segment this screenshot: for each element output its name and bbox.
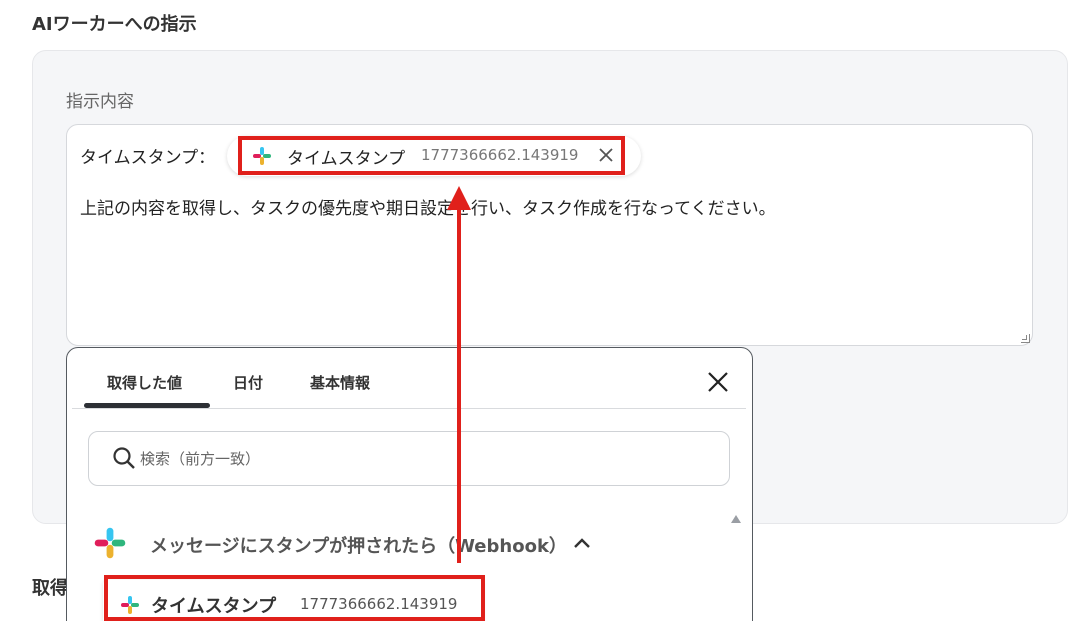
slack-icon — [121, 596, 139, 614]
chip-remove-icon[interactable] — [597, 146, 615, 164]
scroll-up-arrow[interactable] — [731, 515, 741, 523]
search-input[interactable] — [140, 446, 700, 472]
section-title: AIワーカーへの指示 — [32, 14, 197, 35]
tab-basic-info[interactable]: 基本情報 — [310, 372, 370, 393]
close-icon[interactable] — [706, 370, 730, 394]
chip-name: タイムスタンプ — [287, 149, 406, 169]
instruction-field-label: 指示内容 — [66, 92, 134, 112]
tab-acquired-values[interactable]: 取得した値 — [107, 372, 182, 393]
chip-value: 1777366662.143919 — [421, 146, 579, 164]
slack-icon — [253, 147, 271, 165]
list-item-value: 1777366662.143919 — [300, 595, 458, 613]
instruction-text: 上記の内容を取得し、タスクの優先度や期日設定を行い、タスク作成を行なってください… — [80, 199, 776, 219]
tab-date[interactable]: 日付 — [233, 372, 263, 393]
slack-icon — [94, 527, 126, 559]
list-item-name: タイムスタンプ — [151, 596, 277, 617]
search-icon — [113, 447, 135, 469]
timestamp-prefix-text: タイムスタンプ： — [80, 148, 216, 168]
tab-divider — [72, 408, 746, 409]
trigger-group-title[interactable]: メッセージにスタンプが押されたら（Webhook） — [150, 532, 567, 558]
background-section-title: 取得 — [32, 578, 68, 599]
resize-handle[interactable] — [1021, 334, 1030, 343]
chevron-up-icon[interactable] — [573, 536, 591, 550]
